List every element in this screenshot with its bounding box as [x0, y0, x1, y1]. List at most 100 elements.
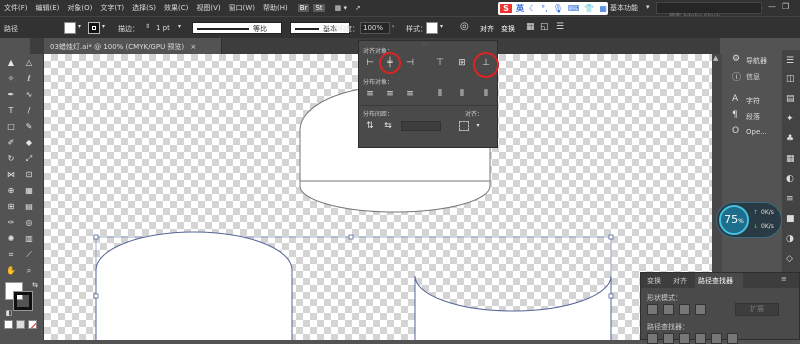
blend-tool-icon[interactable]: ◎ [22, 216, 36, 230]
menu-edit[interactable]: 编辑(E) [32, 3, 64, 13]
exclude-icon[interactable] [695, 304, 706, 315]
layers-icon[interactable]: ◫ [786, 74, 795, 84]
properties-icon[interactable]: ☰ [786, 56, 794, 66]
graphic-style-swatch[interactable] [426, 22, 438, 34]
color-mode-icon[interactable] [4, 320, 13, 329]
bridge-button[interactable]: Br [297, 4, 310, 12]
restore-icon[interactable]: ❐ [782, 2, 789, 11]
outline-icon[interactable] [711, 333, 722, 344]
sogou-logo-icon[interactable]: S [500, 4, 512, 13]
menu-help[interactable]: 帮助(H) [259, 3, 292, 13]
horizontal-distribute-space-icon[interactable]: ⇆ [383, 121, 393, 131]
spacing-value-field[interactable] [401, 121, 441, 131]
stroke-stepper-icon[interactable]: ⇕ [145, 23, 150, 30]
appearance-icon[interactable]: ◇ [786, 254, 793, 264]
none-mode-icon[interactable] [28, 320, 37, 329]
align-to-selection-icon[interactable] [459, 121, 469, 131]
eraser-icon[interactable]: ◆ [22, 136, 36, 150]
distribute-bottom-icon[interactable]: ≡ [405, 89, 415, 99]
crop-icon[interactable] [695, 333, 706, 344]
distribute-left-icon[interactable]: ⦀ [435, 89, 445, 99]
align-to-chevron-icon[interactable]: ▾ [473, 121, 483, 131]
pen-tool-icon[interactable]: ✒ [4, 88, 18, 102]
panel-menu-icon[interactable]: ☰ [556, 22, 564, 32]
gradient-mode-icon[interactable] [16, 320, 25, 329]
tab-pathfinder[interactable]: 路径查找器 [695, 273, 743, 288]
vertical-align-center-icon[interactable]: ⊞ [457, 58, 467, 68]
hand-tool-icon[interactable]: ✋ [4, 264, 18, 278]
workspace-grid-icon[interactable]: ▦ ▾ [331, 4, 351, 12]
distribute-top-icon[interactable]: ≡ [365, 89, 375, 99]
mesh-tool-icon[interactable]: ⊞ [4, 200, 18, 214]
trim-icon[interactable] [663, 333, 674, 344]
curvature-icon[interactable]: ∿ [22, 88, 36, 102]
stock-search[interactable] [656, 2, 762, 22]
minimize-icon[interactable]: — [768, 2, 776, 11]
type-tool-icon[interactable]: T [4, 104, 18, 118]
line-tool-icon[interactable]: / [22, 104, 36, 118]
ime-lang-toggle[interactable]: 英 [516, 3, 524, 14]
brushes-icon[interactable]: ✦ [786, 114, 794, 124]
direct-selection-icon[interactable]: △ [22, 56, 36, 70]
opacity-field[interactable]: 100% [360, 22, 390, 34]
network-speed-widget[interactable]: 75% ↑ 0K/s ↓ 0K/s [716, 202, 782, 238]
eyedropper-icon[interactable]: ✑ [4, 216, 18, 230]
horizontal-align-right-icon[interactable]: ⊣ [405, 58, 415, 68]
fill-swatch[interactable] [64, 22, 76, 34]
transform-reference-icon[interactable]: ▦ [526, 22, 535, 32]
vertical-distribute-space-icon[interactable]: ⇅ [365, 121, 375, 131]
rectangle-tool-icon[interactable]: □ [4, 120, 18, 134]
width-tool-icon[interactable]: ⋈ [4, 168, 18, 182]
dock-item-opentype[interactable]: Ope... [746, 128, 767, 136]
opacity-label[interactable]: 不透明度： [324, 24, 359, 34]
recolor-icon[interactable]: ◎ [460, 21, 469, 32]
stroke-weight-chevron-icon[interactable]: ▾ [178, 23, 181, 30]
lasso-icon[interactable]: ℓ [22, 72, 36, 86]
intersect-icon[interactable] [679, 304, 690, 315]
align-panel-link[interactable]: 对齐 [480, 24, 494, 34]
keyboard-icon[interactable]: ⌨ [568, 4, 580, 13]
close-tab-icon[interactable]: × [190, 43, 196, 51]
transparency-icon[interactable]: ◑ [786, 234, 794, 244]
stock-button[interactable]: St [313, 4, 325, 12]
stroke-chevron-icon[interactable]: ▾ [102, 23, 105, 30]
symbols-icon[interactable]: ♣ [786, 134, 794, 144]
isolate-icon[interactable]: ◱ [540, 22, 549, 32]
swatches-icon[interactable]: ▦ [786, 154, 795, 164]
toolbox-icon[interactable]: ▦ [599, 4, 607, 13]
workspace-chevron-icon[interactable]: ▾ [646, 3, 650, 11]
stroke-panel-icon[interactable]: ≡ [786, 194, 794, 204]
distribute-right-icon[interactable]: ⦀ [481, 89, 491, 99]
style-chevron-icon[interactable]: ▾ [440, 23, 443, 30]
slice-tool-icon[interactable]: ⟋ [22, 248, 36, 262]
divide-icon[interactable] [647, 333, 658, 344]
vertical-align-top-icon[interactable]: ⊤ [435, 58, 445, 68]
distribute-vcenter-icon[interactable]: ≡ [385, 89, 395, 99]
horizontal-align-left-icon[interactable]: ⊢ [365, 58, 375, 68]
dock-item-info[interactable]: 信息 [746, 72, 760, 82]
send-icon[interactable]: ➚ [351, 4, 365, 12]
expand-button[interactable]: 扩展 [735, 303, 779, 316]
free-transform-icon[interactable]: ⊡ [22, 168, 36, 182]
shape-builder-icon[interactable]: ⊕ [4, 184, 18, 198]
scale-tool-icon[interactable]: ⤢ [22, 152, 36, 166]
tab-align[interactable]: 对齐 [673, 276, 687, 286]
fill-chevron-icon[interactable]: ▾ [78, 23, 81, 30]
artboard-tool-icon[interactable]: ⌗ [4, 248, 18, 262]
menu-file[interactable]: 文件(F) [0, 3, 32, 13]
stroke-color-swatch[interactable] [13, 291, 33, 311]
opacity-chevron-icon[interactable]: › [392, 23, 394, 30]
swap-colors-icon[interactable]: ⇆ [28, 278, 42, 292]
minus-back-icon[interactable] [727, 333, 738, 344]
perspective-grid-icon[interactable]: ▦ [22, 184, 36, 198]
transform-panel-link[interactable]: 变换 [501, 24, 515, 34]
zoom-tool-icon[interactable]: ⌕ [22, 264, 36, 278]
menu-view[interactable]: 视图(V) [192, 3, 224, 13]
minus-front-icon[interactable] [663, 304, 674, 315]
stroke-swatch[interactable] [88, 22, 100, 34]
mic-icon[interactable]: 🎙 [553, 4, 563, 13]
dock-item-navigator[interactable]: 导航器 [746, 56, 767, 66]
merge-icon[interactable] [679, 333, 690, 344]
dock-item-character[interactable]: 字符 [746, 96, 760, 106]
symbol-sprayer-icon[interactable]: ✺ [4, 232, 18, 246]
